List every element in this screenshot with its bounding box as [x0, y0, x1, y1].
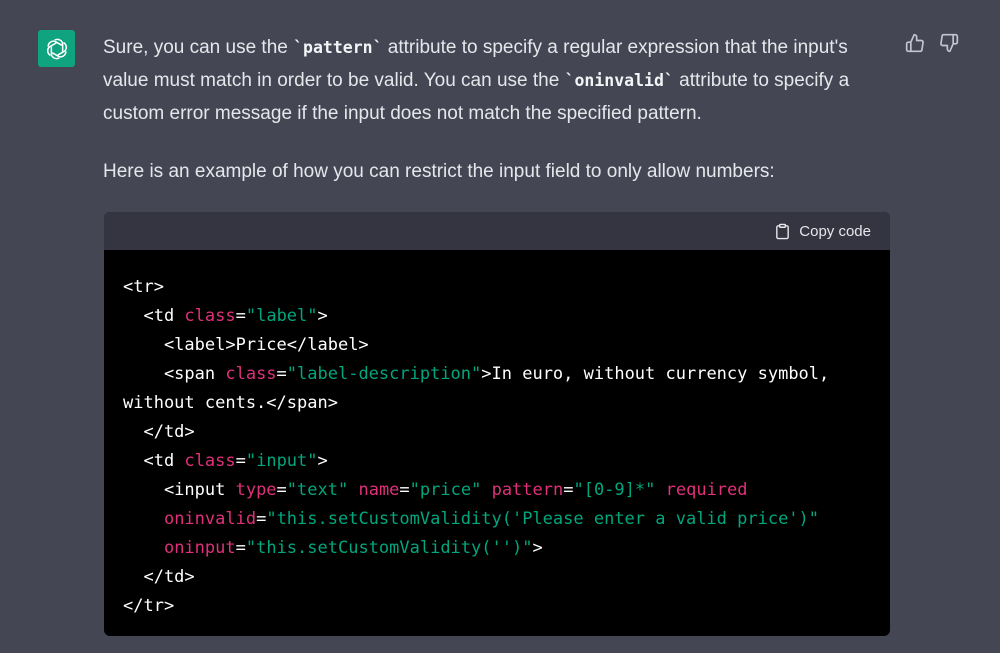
code-token: "price" [409, 480, 482, 500]
code-line: without cents.</span> [123, 393, 338, 413]
code-token: "this.setCustomValidity('')" [245, 538, 533, 558]
code-block: Copy code <tr> <td class="label"> <label… [104, 212, 890, 636]
code-token: <input [123, 480, 236, 500]
copy-code-button[interactable]: Copy code [774, 222, 871, 241]
code-line: <td class="label"> [123, 306, 328, 326]
code-token: Price [235, 335, 287, 355]
code-line: </td> [123, 567, 195, 587]
feedback-controls [904, 32, 960, 54]
thumbs-up-icon[interactable] [904, 32, 926, 54]
code-line: </td> [123, 422, 195, 442]
code-line: oninvalid="this.setCustomValidity('Pleas… [123, 509, 819, 529]
code-token: = [276, 364, 287, 384]
code-line: <label>Price</label> [123, 335, 369, 355]
code-token: </label> [286, 335, 369, 355]
code-line: oninput="this.setCustomValidity('')"> [123, 538, 543, 558]
code-token: "label" [245, 306, 318, 326]
code-token: = [235, 306, 246, 326]
inline-code-oninvalid: `oninvalid` [564, 71, 674, 90]
code-line: <tr> [123, 277, 164, 297]
code-line: <td class="input"> [123, 451, 328, 471]
code-token: "[0-9]*" [573, 480, 656, 500]
code-token: > [532, 538, 543, 558]
code-token: <td [123, 306, 185, 326]
code-token: = [399, 480, 410, 500]
inline-code-pattern: `pattern` [293, 38, 383, 57]
code-block-header: Copy code [104, 212, 890, 250]
code-token: without cents. [123, 393, 267, 413]
code-token: = [256, 509, 267, 529]
code-token: </span> [266, 393, 338, 413]
code-token: <td [123, 451, 185, 471]
code-token: oninvalid [163, 509, 257, 529]
code-token: class [184, 306, 236, 326]
clipboard-icon [776, 223, 790, 239]
code-token: = [563, 480, 574, 500]
code-token: </td> [123, 567, 195, 587]
code-token: = [235, 451, 246, 471]
code-token: </td> [123, 422, 195, 442]
code-line: <span class="label-description">In euro,… [123, 364, 829, 384]
code-token: class [184, 451, 236, 471]
code-token: name [358, 480, 400, 500]
code-content: <tr> <td class="label"> <label>Price</la… [104, 250, 890, 621]
code-token: > [317, 306, 328, 326]
code-token: = [235, 538, 246, 558]
code-token: oninput [163, 538, 236, 558]
message-paragraph: Sure, you can use the `pattern` attribut… [103, 31, 893, 130]
assistant-message: Sure, you can use the `pattern` attribut… [103, 31, 893, 188]
copy-code-label: Copy code [799, 222, 871, 240]
text-segment: Sure, you can use the [103, 37, 294, 58]
code-token: class [225, 364, 277, 384]
code-token: "this.setCustomValidity('Please enter a … [266, 509, 820, 529]
code-token: <span [123, 364, 226, 384]
code-token: type [235, 480, 277, 500]
code-token: = [276, 480, 287, 500]
code-token: > [481, 364, 492, 384]
code-token: "label-description" [286, 364, 482, 384]
code-token: "text" [286, 480, 349, 500]
assistant-avatar [38, 30, 75, 67]
code-token: required [665, 480, 748, 500]
thumbs-down-icon[interactable] [938, 32, 960, 54]
code-token: pattern [491, 480, 564, 500]
code-line: </tr> [123, 596, 174, 616]
code-token: > [317, 451, 328, 471]
code-line: <input type="text" name="price" pattern=… [123, 480, 748, 500]
openai-logo-icon [46, 38, 67, 59]
code-token: In euro, without currency symbol, [491, 364, 830, 384]
code-token: <label> [123, 335, 236, 355]
message-paragraph: Here is an example of how you can restri… [103, 161, 775, 182]
code-token: <tr> [123, 277, 164, 297]
code-token: </tr> [123, 596, 175, 616]
code-token: "input" [245, 451, 318, 471]
